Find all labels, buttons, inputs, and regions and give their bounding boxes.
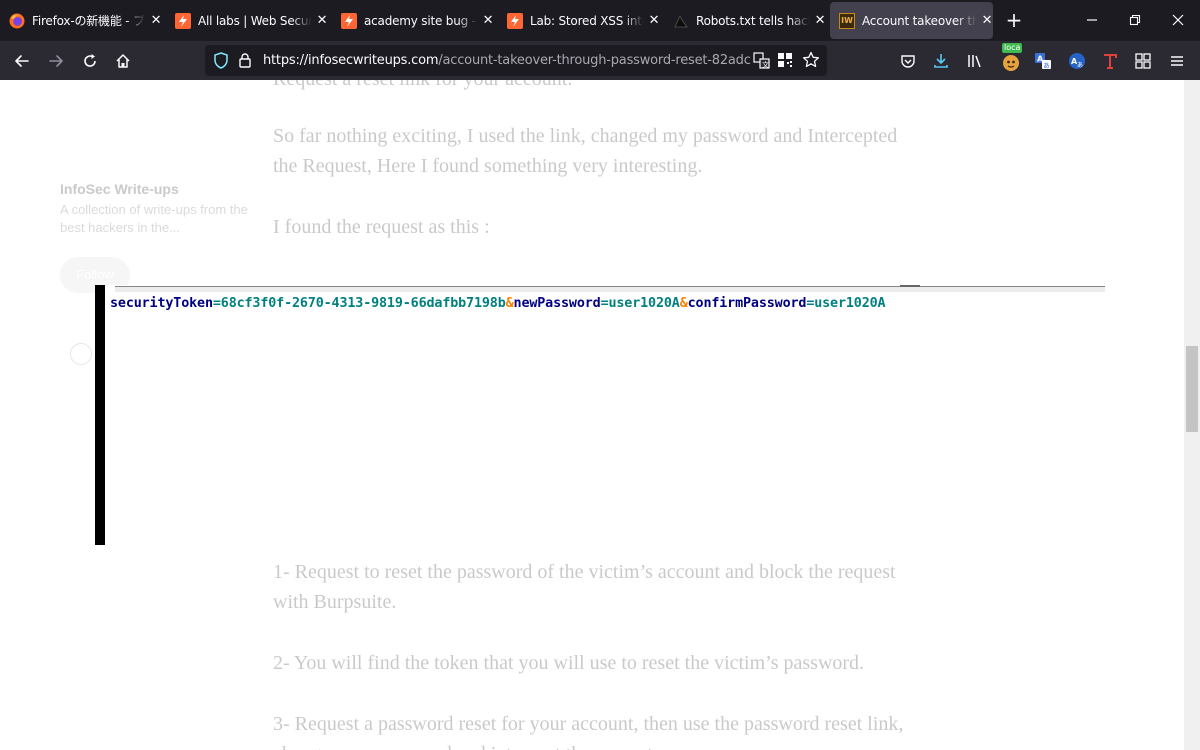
extensions-grid-icon[interactable] bbox=[1132, 50, 1154, 72]
tab-all-labs[interactable]: All labs | Web Security Ac ✕ bbox=[166, 2, 328, 39]
library-icon[interactable] bbox=[964, 50, 986, 72]
translate-icon[interactable]: 文 bbox=[753, 52, 770, 74]
tab-title: Lab: Stored XSS into HTM bbox=[530, 13, 644, 28]
image-resize-handle bbox=[900, 285, 920, 287]
lock-icon[interactable] bbox=[238, 52, 252, 73]
close-window-icon[interactable] bbox=[1168, 10, 1188, 30]
url-text[interactable]: https://infosecwriteups.com/account-take… bbox=[263, 53, 751, 68]
tab-strip: Firefox-の新機能 - プライ ✕ All labs | Web Secu… bbox=[0, 0, 1200, 41]
article-step-2: 2- You will find the token that you will… bbox=[273, 652, 865, 674]
tab-account-takeover[interactable]: IW Account takeover throug ✕ bbox=[830, 2, 993, 39]
reload-icon[interactable] bbox=[79, 50, 101, 72]
extension-badge: loca bbox=[1002, 43, 1023, 53]
close-icon[interactable]: ✕ bbox=[981, 14, 993, 27]
svg-text:あ: あ bbox=[1077, 62, 1083, 69]
text-t-extension-icon[interactable] bbox=[1099, 50, 1121, 72]
tracking-protection-shield-icon[interactable] bbox=[213, 52, 229, 74]
zoomed-request-image[interactable]: securityToken=68cf3f0f-2670-4313-9819-66… bbox=[95, 285, 1105, 545]
pocket-icon[interactable] bbox=[897, 50, 919, 72]
tab-stored-xss-lab[interactable]: Lab: Stored XSS into HTM ✕ bbox=[498, 2, 660, 39]
tab-title: Account takeover throug bbox=[862, 13, 978, 28]
intercepted-request-body: securityToken=68cf3f0f-2670-4313-9819-66… bbox=[110, 296, 886, 311]
extension-localhost-icon[interactable]: loca bbox=[998, 43, 1023, 72]
article-step-1: 1- Request to reset the password of the … bbox=[273, 561, 896, 613]
translator-extension-icon[interactable]: Aあ bbox=[1032, 50, 1054, 72]
firefox-icon bbox=[9, 13, 25, 29]
article-paragraph-partial: Request a reset link for your account. bbox=[273, 80, 913, 94]
portswigger-icon bbox=[175, 12, 191, 29]
article-paragraph-2: I found the request as this : bbox=[273, 216, 490, 238]
close-icon[interactable]: ✕ bbox=[150, 14, 162, 27]
svg-text:文: 文 bbox=[762, 60, 769, 69]
tab-title: Robots.txt tells hackers t bbox=[696, 13, 810, 28]
param-key-new-password: newPassword bbox=[513, 296, 601, 311]
close-icon[interactable]: ✕ bbox=[482, 14, 494, 27]
publication-sidebar: InfoSec Write-ups A collection of write-… bbox=[60, 181, 260, 237]
navigation-toolbar: https://infosecwriteups.com/account-take… bbox=[0, 41, 1200, 80]
restore-icon[interactable] bbox=[1125, 10, 1145, 30]
image-toolbar-edge bbox=[115, 286, 1105, 292]
tab-academy-site-bug[interactable]: academy site bug - Burp ✕ bbox=[332, 2, 494, 39]
page-content: Request a reset link for your account. S… bbox=[0, 80, 1184, 750]
publication-description: A collection of write-ups from the best … bbox=[60, 202, 248, 235]
param-value-confirm-password: user1020A bbox=[814, 296, 886, 311]
portswigger-icon bbox=[341, 12, 357, 29]
back-icon[interactable] bbox=[11, 50, 33, 72]
svg-text:あ: あ bbox=[1043, 62, 1050, 70]
article-step-3: 3- Request a password reset for your acc… bbox=[273, 713, 904, 750]
tab-robots-txt[interactable]: Robots.txt tells hackers t ✕ bbox=[664, 2, 826, 39]
tab-firefox-whats-new[interactable]: Firefox-の新機能 - プライ ✕ bbox=[0, 2, 162, 39]
hamburger-menu-icon[interactable] bbox=[1166, 50, 1188, 72]
param-value-security-token: 68cf3f0f-2670-4313-9819-66dafbb7198b bbox=[220, 296, 506, 311]
iw-icon: IW bbox=[839, 12, 855, 29]
forward-icon[interactable] bbox=[45, 50, 67, 72]
bookmark-star-icon[interactable] bbox=[802, 51, 820, 74]
tab-title: All labs | Web Security Ac bbox=[198, 13, 313, 28]
param-key-security-token: securityToken bbox=[110, 296, 213, 311]
article-paragraph-1: So far nothing exciting, I used the link… bbox=[273, 125, 898, 177]
close-icon[interactable]: ✕ bbox=[648, 14, 660, 27]
tab-title: Firefox-の新機能 - プライ bbox=[32, 14, 146, 28]
scrollbar-thumb[interactable] bbox=[1186, 346, 1198, 432]
downloads-icon[interactable] bbox=[930, 50, 952, 72]
clap-icon[interactable] bbox=[70, 343, 92, 365]
ninja-icon bbox=[673, 13, 689, 29]
new-tab-button[interactable]: + bbox=[1003, 9, 1025, 31]
close-icon[interactable]: ✕ bbox=[316, 14, 328, 27]
japanese-translate-extension-icon[interactable]: Aあ bbox=[1066, 50, 1088, 72]
portswigger-icon bbox=[507, 12, 523, 29]
param-value-new-password: user1020A bbox=[608, 296, 680, 311]
qr-code-icon[interactable] bbox=[777, 52, 793, 73]
home-icon[interactable] bbox=[112, 50, 134, 72]
close-icon[interactable]: ✕ bbox=[814, 14, 826, 27]
publication-name[interactable]: InfoSec Write-ups bbox=[60, 181, 260, 197]
param-key-confirm-password: confirmPassword bbox=[687, 296, 807, 311]
tab-title: academy site bug - Burp bbox=[364, 13, 478, 28]
url-bar[interactable]: https://infosecwriteups.com/account-take… bbox=[205, 45, 827, 76]
minimize-icon[interactable] bbox=[1082, 10, 1102, 30]
